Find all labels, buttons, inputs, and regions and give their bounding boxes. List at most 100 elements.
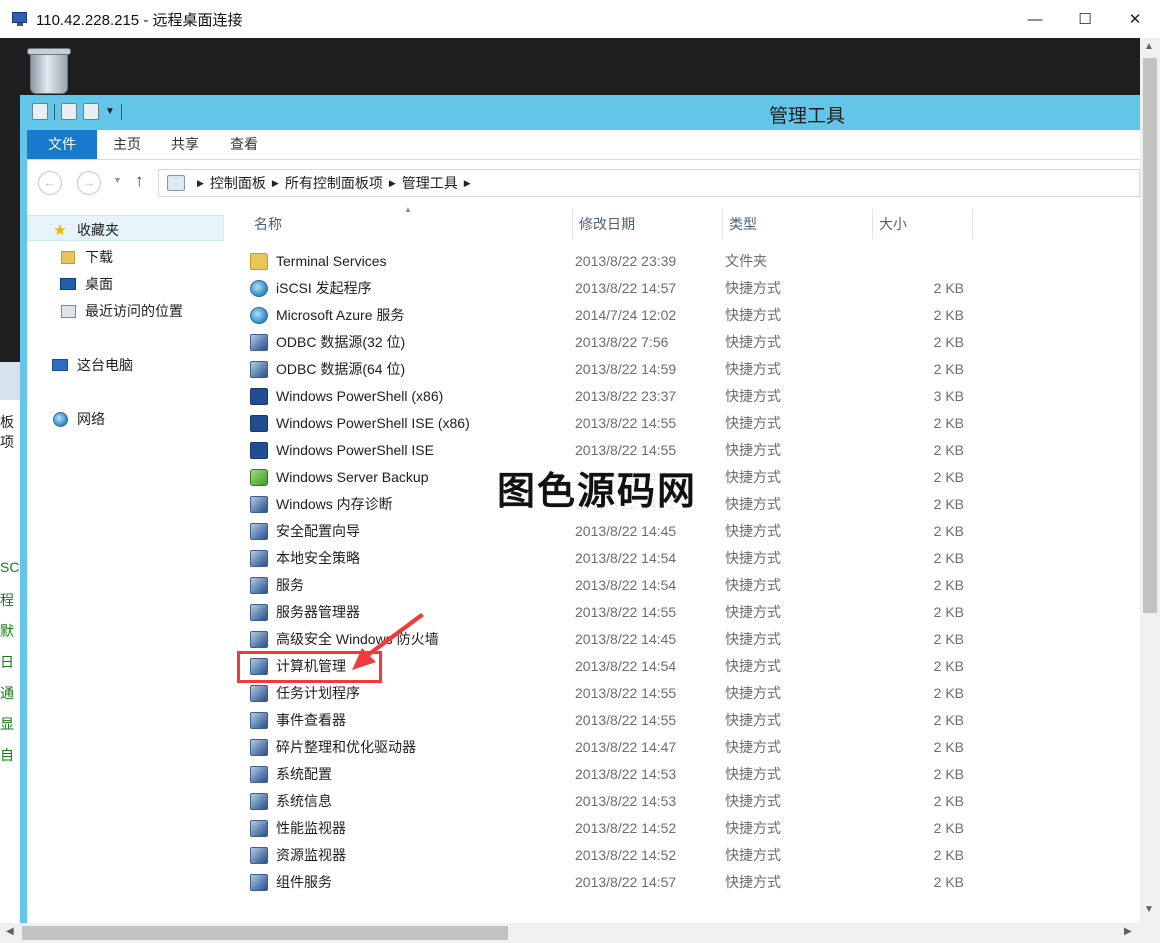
background-link[interactable]: 通 bbox=[0, 683, 20, 703]
vertical-scroll-thumb[interactable] bbox=[1143, 58, 1157, 613]
file-row[interactable]: 系统配置 2013/8/22 14:53 快捷方式 2 KB bbox=[232, 761, 972, 788]
resource-monitor-icon bbox=[250, 847, 268, 864]
background-link[interactable]: 日 bbox=[0, 652, 20, 672]
control-panel-icon bbox=[167, 175, 185, 191]
file-type: 快捷方式 bbox=[725, 577, 781, 593]
breadcrumb-arrow-icon[interactable]: ▶ bbox=[464, 178, 471, 189]
file-row[interactable]: Terminal Services 2013/8/22 23:39 文件夹 bbox=[232, 248, 972, 275]
file-row[interactable]: 本地安全策略 2013/8/22 14:54 快捷方式 2 KB bbox=[232, 545, 972, 572]
scroll-right-icon[interactable]: ▶ bbox=[1124, 926, 1132, 937]
column-header-date[interactable]: 修改日期 bbox=[573, 209, 723, 239]
chevron-down-icon[interactable]: ▼ bbox=[105, 106, 115, 117]
file-row[interactable]: ODBC 数据源(32 位) 2013/8/22 7:56 快捷方式 2 KB bbox=[232, 329, 972, 356]
file-size: 2 KB bbox=[933, 334, 964, 350]
file-row[interactable]: 碎片整理和优化驱动器 2013/8/22 14:47 快捷方式 2 KB bbox=[232, 734, 972, 761]
new-folder-icon[interactable] bbox=[83, 103, 99, 120]
breadcrumb-arrow-icon[interactable]: ▶ bbox=[197, 178, 204, 189]
back-icon[interactable]: ← bbox=[38, 171, 62, 195]
vertical-scrollbar[interactable]: ▲ ▼ bbox=[1140, 38, 1160, 943]
file-date: 2013/8/22 23:39 bbox=[575, 253, 677, 269]
nav-this-pc[interactable]: 这台电脑 bbox=[51, 355, 133, 375]
breadcrumb-control-panel[interactable]: 控制面板 bbox=[210, 173, 266, 193]
file-name: ODBC 数据源(32 位) bbox=[276, 334, 406, 350]
background-link[interactable]: 程 bbox=[0, 590, 20, 610]
nav-desktop[interactable]: 桌面 bbox=[59, 274, 113, 294]
file-date: 2013/8/22 14:54 bbox=[575, 658, 677, 674]
file-name: 组件服务 bbox=[276, 874, 332, 890]
breadcrumb-all-items[interactable]: 所有控制面板项 bbox=[285, 173, 383, 193]
file-size: 2 KB bbox=[933, 658, 964, 674]
breadcrumb-arrow-icon[interactable]: ▶ bbox=[272, 178, 279, 189]
file-row[interactable]: 资源监视器 2013/8/22 14:52 快捷方式 2 KB bbox=[232, 842, 972, 869]
file-name: 安全配置向导 bbox=[276, 523, 360, 539]
properties-icon[interactable] bbox=[61, 103, 77, 120]
file-date: 2013/8/22 14:55 bbox=[575, 415, 677, 431]
file-date: 2013/8/22 14:55 bbox=[575, 712, 677, 728]
performance-monitor-icon bbox=[250, 820, 268, 837]
azure-icon bbox=[250, 307, 268, 324]
forward-icon[interactable]: → bbox=[77, 171, 101, 195]
horizontal-scroll-thumb[interactable] bbox=[22, 926, 508, 940]
file-type: 快捷方式 bbox=[725, 496, 781, 512]
file-size: 2 KB bbox=[933, 469, 964, 485]
file-size: 2 KB bbox=[933, 550, 964, 566]
scroll-down-icon[interactable]: ▼ bbox=[1144, 904, 1154, 915]
scroll-left-icon[interactable]: ◀ bbox=[6, 926, 14, 937]
file-type: 快捷方式 bbox=[725, 550, 781, 566]
background-link[interactable]: SC bbox=[0, 559, 20, 575]
address-bar[interactable]: ▶ 控制面板 ▶ 所有控制面板项 ▶ 管理工具 ▶ bbox=[158, 169, 1140, 197]
tab-file[interactable]: 文件 bbox=[27, 130, 97, 159]
file-type: 快捷方式 bbox=[725, 334, 781, 350]
server-manager-icon bbox=[250, 604, 268, 621]
maximize-button[interactable]: ☐ bbox=[1060, 0, 1110, 38]
tab-home[interactable]: 主页 bbox=[107, 130, 147, 159]
file-name: 性能监视器 bbox=[276, 820, 346, 836]
file-row[interactable]: 任务计划程序 2013/8/22 14:55 快捷方式 2 KB bbox=[232, 680, 972, 707]
file-date: 2013/8/22 14:59 bbox=[575, 361, 677, 377]
file-row[interactable]: Microsoft Azure 服务 2014/7/24 12:02 快捷方式 2 K… bbox=[232, 302, 972, 329]
file-row[interactable]: 性能监视器 2013/8/22 14:52 快捷方式 2 KB bbox=[232, 815, 972, 842]
breadcrumb-admin-tools[interactable]: 管理工具 bbox=[402, 173, 458, 193]
file-name: 资源监视器 bbox=[276, 847, 346, 863]
recycle-bin-icon[interactable] bbox=[26, 46, 72, 96]
file-name: Windows PowerShell (x86) bbox=[276, 388, 444, 404]
tab-share[interactable]: 共享 bbox=[165, 130, 205, 159]
file-row[interactable]: 事件查看器 2013/8/22 14:55 快捷方式 2 KB bbox=[232, 707, 972, 734]
file-row[interactable]: ODBC 数据源(64 位) 2013/8/22 14:59 快捷方式 2 KB bbox=[232, 356, 972, 383]
file-row[interactable]: 服务 2013/8/22 14:54 快捷方式 2 KB bbox=[232, 572, 972, 599]
horizontal-scrollbar[interactable]: ◀ ▶ bbox=[0, 923, 1140, 943]
downloads-folder-icon bbox=[59, 249, 77, 265]
scroll-up-icon[interactable]: ▲ bbox=[1144, 41, 1154, 52]
up-icon[interactable]: ↑ bbox=[135, 171, 144, 191]
column-header-name[interactable]: 名称 bbox=[248, 209, 573, 239]
nav-recent-places[interactable]: 最近访问的位置 bbox=[59, 301, 183, 321]
column-header-size[interactable]: 大小 bbox=[873, 209, 973, 239]
odbc-icon bbox=[250, 361, 268, 378]
file-name: 本地安全策略 bbox=[276, 550, 360, 566]
minimize-button[interactable]: — bbox=[1010, 0, 1060, 38]
navigation-pane: ★ 收藏夹 下载 桌面 最近访问的位置 这台电脑 网络 bbox=[27, 207, 225, 923]
column-header-type[interactable]: 类型 bbox=[723, 209, 873, 239]
control-panel-icon bbox=[32, 103, 48, 120]
nav-network[interactable]: 网络 bbox=[51, 409, 105, 429]
firewall-icon bbox=[250, 631, 268, 648]
file-size: 2 KB bbox=[933, 442, 964, 458]
file-row[interactable]: Windows PowerShell ISE (x86) 2013/8/22 14… bbox=[232, 410, 972, 437]
background-link[interactable]: 默 bbox=[0, 621, 20, 641]
breadcrumb-arrow-icon[interactable]: ▶ bbox=[389, 178, 396, 189]
file-row[interactable]: Windows PowerShell (x86) 2013/8/22 23:37 快… bbox=[232, 383, 972, 410]
file-type: 快捷方式 bbox=[725, 658, 781, 674]
tab-view[interactable]: 查看 bbox=[224, 130, 264, 159]
file-row[interactable]: 组件服务 2013/8/22 14:57 快捷方式 2 KB bbox=[232, 869, 972, 896]
background-link[interactable]: 自 bbox=[0, 745, 20, 765]
file-date: 2013/8/22 14:55 bbox=[575, 685, 677, 701]
file-row[interactable]: 系统信息 2013/8/22 14:53 快捷方式 2 KB bbox=[232, 788, 972, 815]
security-wizard-icon bbox=[250, 523, 268, 540]
nav-favorites[interactable]: ★ 收藏夹 bbox=[51, 220, 119, 240]
close-button[interactable]: ✕ bbox=[1110, 0, 1160, 38]
file-row[interactable]: 安全配置向导 2013/8/22 14:45 快捷方式 2 KB bbox=[232, 518, 972, 545]
file-row[interactable]: iSCSI 发起程序 2013/8/22 14:57 快捷方式 2 KB bbox=[232, 275, 972, 302]
background-link[interactable]: 显 bbox=[0, 714, 20, 734]
nav-downloads[interactable]: 下载 bbox=[59, 247, 113, 267]
recent-locations-icon[interactable]: ▼ bbox=[113, 175, 122, 185]
